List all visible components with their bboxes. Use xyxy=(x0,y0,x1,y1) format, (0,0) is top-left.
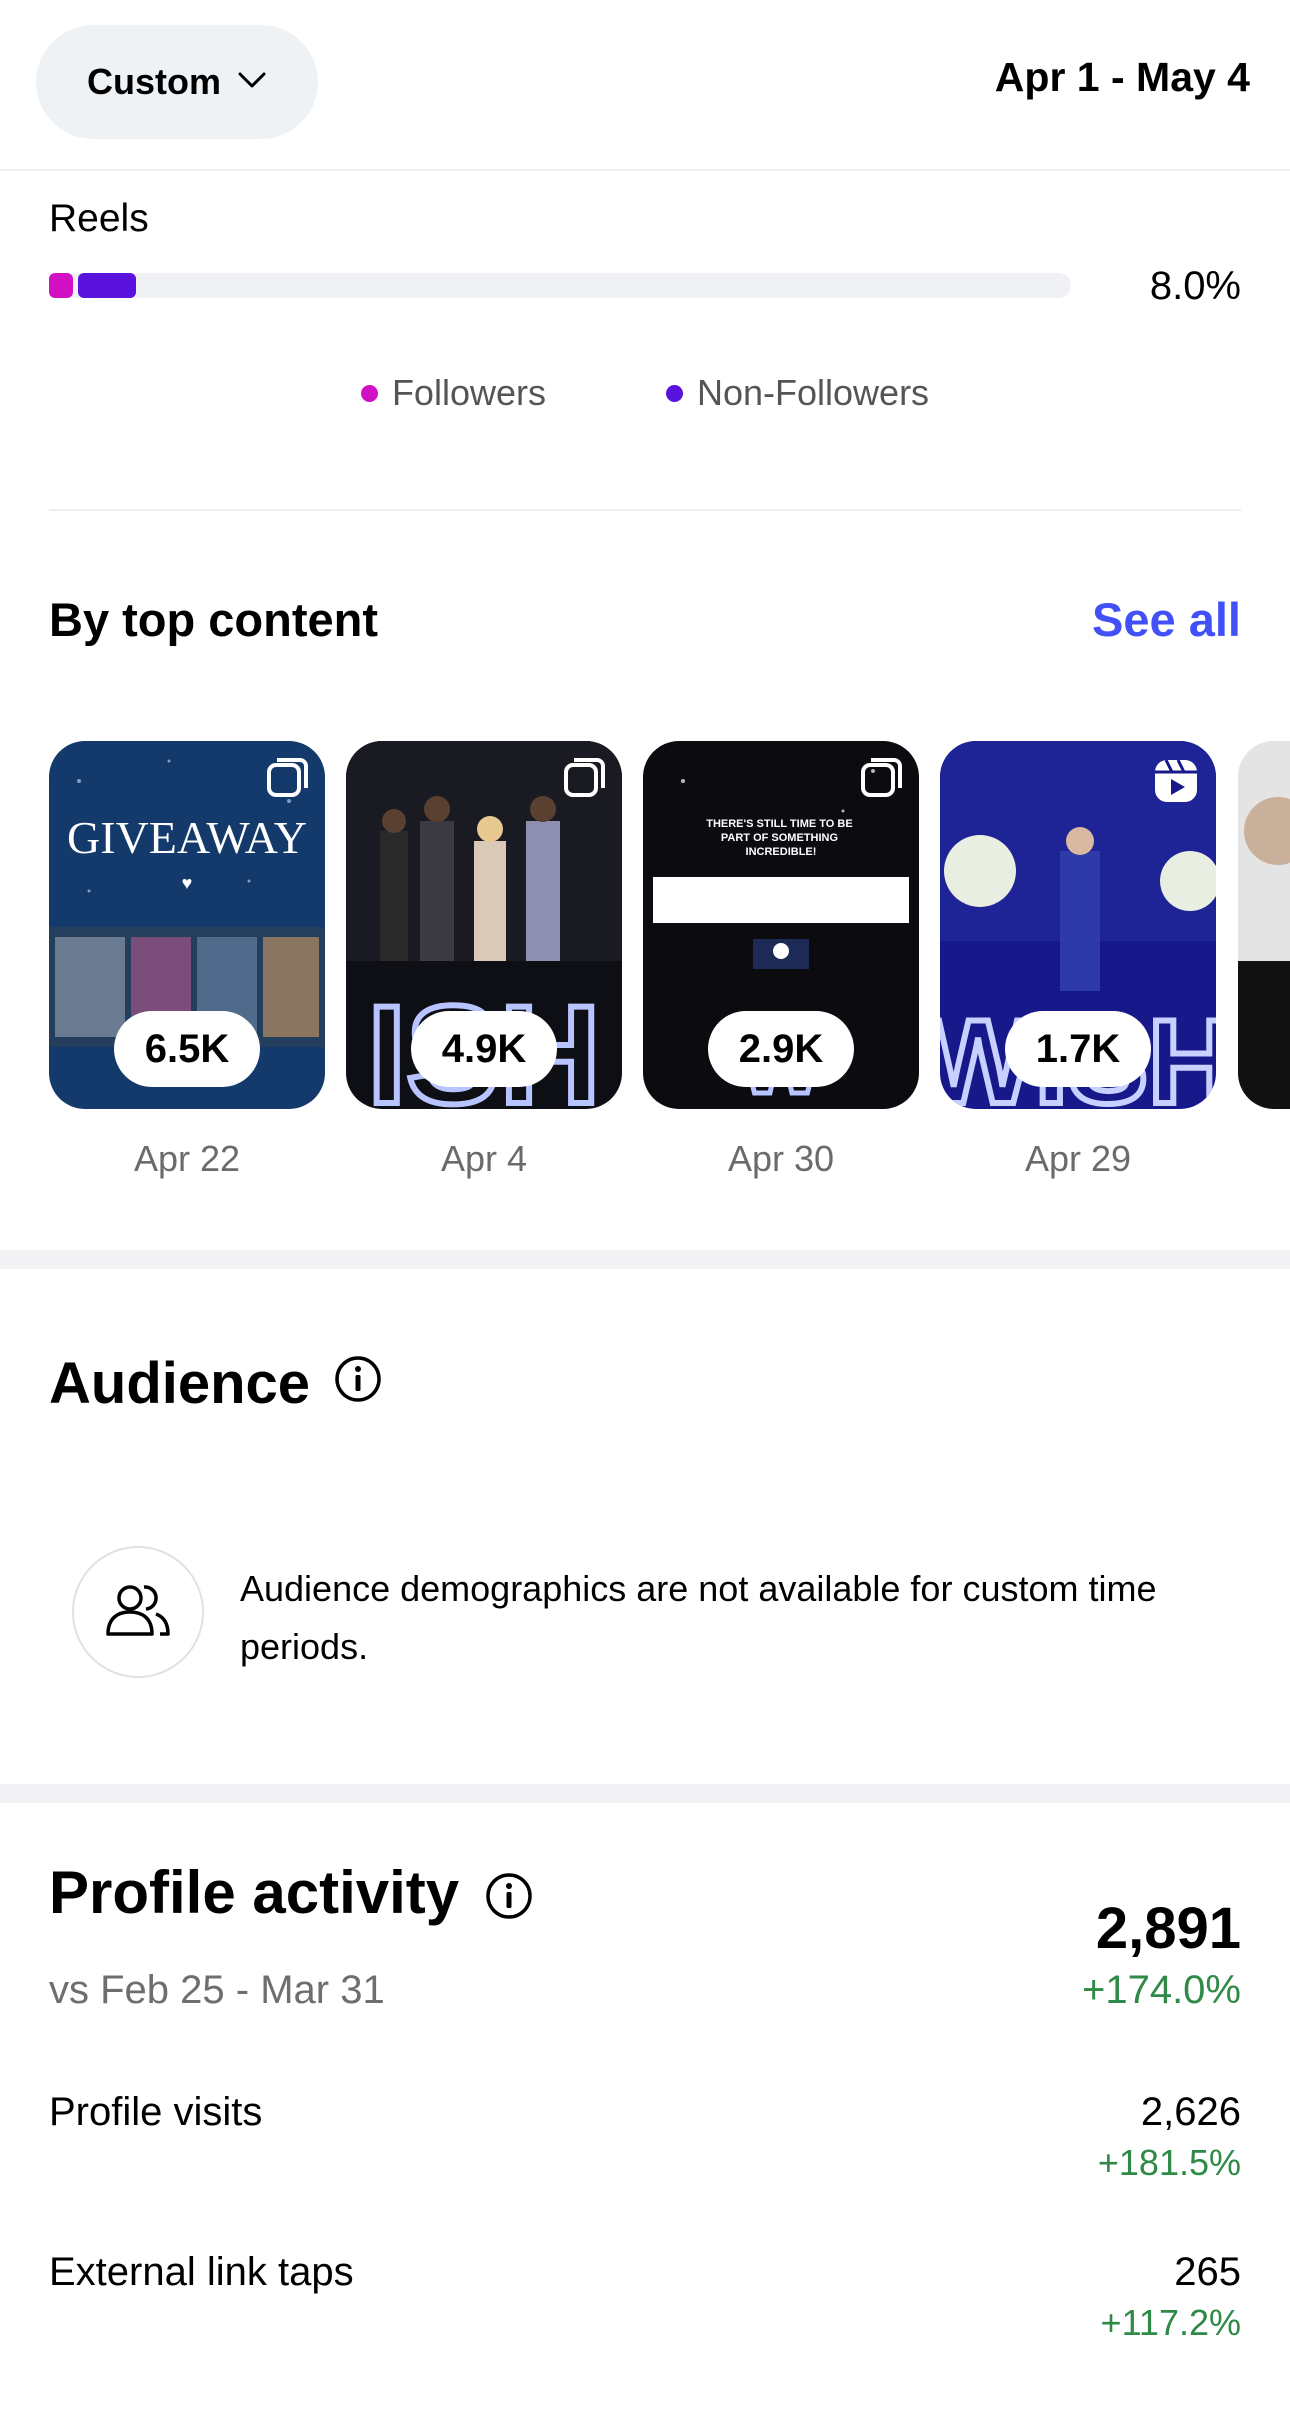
profile-visits-value: 2,626 xyxy=(1140,2090,1241,2134)
top-content-title: By top content xyxy=(49,593,378,646)
post-views-badge: 4.9K xyxy=(411,1011,557,1087)
carousel-icon xyxy=(267,757,309,804)
post-thumbnail-image xyxy=(1238,741,1290,1109)
legend-followers-label: Followers xyxy=(391,372,546,413)
custom-range-button[interactable]: Custom xyxy=(36,25,318,139)
info-icon[interactable] xyxy=(334,1350,382,1417)
date-range-text: Apr 1 - May 4 xyxy=(994,54,1250,100)
profile-visits-label: Profile visits xyxy=(49,2090,263,2134)
profile-activity-change: +174.0% xyxy=(1081,1968,1241,2012)
chevron-down-icon xyxy=(237,70,267,95)
profile-activity-header: Profile activity xyxy=(49,1850,533,1934)
reels-non-followers-bar xyxy=(78,273,136,298)
top-content-item-partial[interactable] xyxy=(1238,741,1290,1109)
top-content-item[interactable]: WISH 1.7K xyxy=(940,741,1216,1109)
post-date: Apr 29 xyxy=(1024,1138,1132,1179)
top-content-item[interactable]: THERE'S STILL TIME TO BE PART OF SOMETHI… xyxy=(643,741,919,1109)
reel-icon xyxy=(1152,757,1200,810)
profile-activity-total: 2,891 xyxy=(1095,1896,1241,1961)
legend-non-followers-label: Non-Followers xyxy=(696,372,930,413)
audience-unavailable-message: Audience demographics are not available … xyxy=(240,1568,1157,1667)
followers-dot-icon xyxy=(360,384,378,402)
carousel-icon xyxy=(564,757,606,804)
post-date: Apr 4 xyxy=(440,1138,528,1179)
audience-header: Audience xyxy=(49,1350,382,1417)
people-icon xyxy=(102,1580,174,1645)
external-link-taps-change: +117.2% xyxy=(1100,2302,1241,2343)
post-views-badge: 1.7K xyxy=(1005,1011,1151,1087)
info-icon[interactable] xyxy=(485,1850,533,1934)
profile-activity-title: Profile activity xyxy=(49,1858,460,1926)
top-content-item[interactable]: ISH 4.9K xyxy=(346,741,622,1109)
section-separator xyxy=(0,1250,1290,1269)
external-link-taps-value: 265 xyxy=(1174,2250,1241,2294)
external-link-taps-label: External link taps xyxy=(49,2250,354,2294)
custom-range-label: Custom xyxy=(87,61,221,102)
legend: Followers Non-Followers xyxy=(0,372,1290,414)
comparison-period: vs Feb 25 - Mar 31 xyxy=(49,1968,385,2012)
divider xyxy=(49,509,1241,511)
post-date: Apr 30 xyxy=(727,1138,835,1179)
post-date: Apr 22 xyxy=(133,1138,241,1179)
carousel-icon xyxy=(861,757,903,804)
reels-label: Reels xyxy=(49,197,149,240)
profile-visits-change: +181.5% xyxy=(1097,2142,1241,2183)
see-all-link[interactable]: See all xyxy=(1092,592,1241,647)
non-followers-dot-icon xyxy=(665,384,683,402)
date-range-header: Custom Apr 1 - May 4 xyxy=(0,0,1290,171)
top-content-item[interactable]: GIVEAWAY ♥ 6.5K xyxy=(49,741,325,1109)
audience-icon-circle xyxy=(72,1546,204,1678)
legend-non-followers: Non-Followers xyxy=(665,372,930,414)
audience-title: Audience xyxy=(49,1351,311,1416)
legend-followers: Followers xyxy=(360,372,546,414)
reels-progress-track xyxy=(49,273,1071,298)
reels-followers-bar xyxy=(49,273,73,298)
section-separator xyxy=(0,1784,1290,1803)
post-views-badge: 2.9K xyxy=(708,1011,854,1087)
post-views-badge: 6.5K xyxy=(114,1011,260,1087)
reels-percent: 8.0% xyxy=(1149,264,1241,308)
svg-text:GIVEAWAY: GIVEAWAY xyxy=(67,812,307,863)
svg-text:♥: ♥ xyxy=(182,873,193,893)
